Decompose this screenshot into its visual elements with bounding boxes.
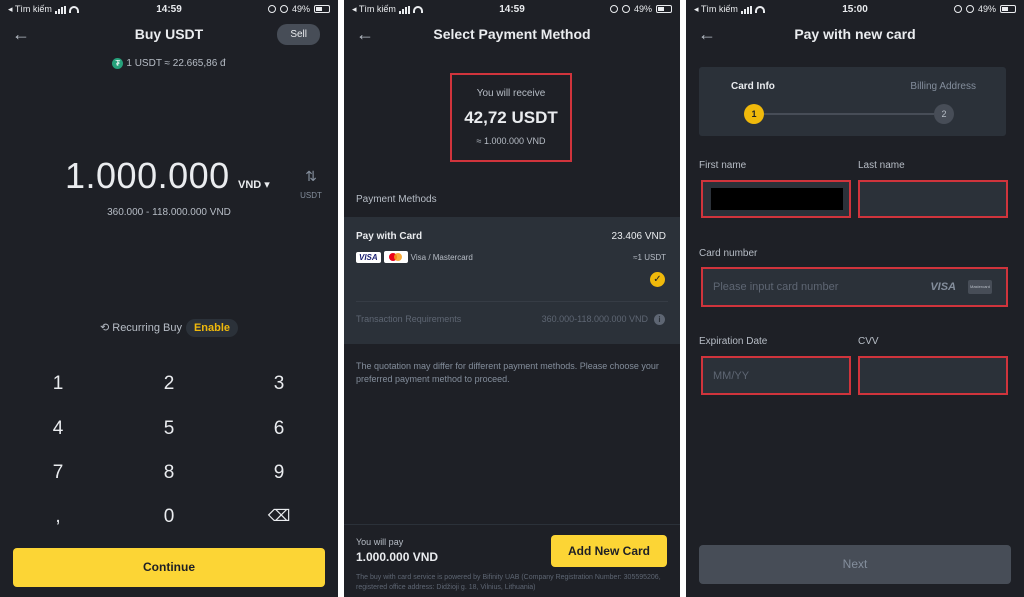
- amount-display[interactable]: 1.000.000: [65, 155, 230, 197]
- battery-icon: [1000, 5, 1016, 13]
- last-name-field[interactable]: [858, 180, 1008, 218]
- swap-currency-button[interactable]: ⇅ USDT: [298, 168, 324, 203]
- card-number-placeholder: Please input card number: [713, 281, 839, 293]
- mastercard-logo-icon: Mastercard: [968, 280, 992, 294]
- exchange-rate: ₮ 1 USDT ≈ 22.665,86 đ: [0, 58, 338, 69]
- key-0[interactable]: 0: [139, 506, 199, 528]
- rate-text: 1 USDT ≈ 22.665,86 đ: [126, 58, 226, 70]
- expiration-date-label: Expiration Date: [699, 336, 768, 347]
- alarm-icon: [621, 5, 630, 13]
- recurring-label: Recurring Buy: [112, 322, 182, 334]
- enable-recurring-button[interactable]: Enable: [185, 319, 239, 337]
- lock-rotation-icon: [609, 5, 618, 13]
- next-button[interactable]: Next: [699, 545, 1011, 584]
- battery-percent: 49%: [633, 4, 652, 14]
- battery-percent: 49%: [291, 4, 310, 14]
- page-title: Pay with new card: [794, 26, 916, 42]
- sell-button[interactable]: Sell: [277, 24, 320, 45]
- select-payment-screen: ◂ Tìm kiếm 14:59 49% ← Select Payment Me…: [344, 0, 680, 597]
- lock-rotation-icon: [953, 5, 962, 13]
- pay-label: You will pay: [356, 537, 404, 547]
- header: ← Buy USDT Sell: [0, 22, 338, 48]
- tether-icon: ₮: [112, 58, 124, 69]
- mastercard-logo-icon: [383, 251, 408, 263]
- key-8[interactable]: 8: [139, 462, 199, 484]
- amount-range: 360.000 - 118.000.000 VND: [107, 207, 231, 218]
- expiration-date-field[interactable]: MM/YY: [701, 356, 851, 395]
- buy-usdt-screen: ◂ Tìm kiếm 14:59 49% ← Buy USDT Sell ₮ 1 …: [0, 0, 338, 597]
- redacted-value: [711, 188, 843, 210]
- status-bar: ◂ Tìm kiếm 14:59 49%: [0, 0, 338, 20]
- cvv-label: CVV: [858, 336, 879, 347]
- key-9[interactable]: 9: [249, 462, 309, 484]
- card-brands: VISA Visa / Mastercard: [356, 251, 473, 263]
- quotation-note: The quotation may differ for different p…: [356, 361, 659, 384]
- key-6[interactable]: 6: [249, 418, 309, 440]
- receive-summary: You will receive 42,72 USDT ≈ 1.000.000 …: [450, 73, 572, 162]
- key-1[interactable]: 1: [28, 373, 88, 395]
- last-name-label: Last name: [858, 160, 905, 171]
- key-3[interactable]: 3: [249, 373, 309, 395]
- add-new-card-button[interactable]: Add New Card: [551, 535, 667, 567]
- pay-footer: You will pay 1.000.000 VND Add New Card …: [344, 524, 680, 597]
- brands-text: Visa / Mastercard: [410, 252, 473, 262]
- payment-method-card[interactable]: Pay with Card 23.406 VND VISA Visa / Mas…: [344, 217, 680, 344]
- method-price: 23.406 VND: [611, 231, 666, 242]
- key-comma[interactable]: ,: [28, 506, 88, 528]
- swap-arrows-icon: ⇅: [305, 168, 317, 184]
- continue-button[interactable]: Continue: [13, 548, 325, 587]
- payment-methods-heading: Payment Methods: [356, 194, 437, 205]
- pay-value: 1.000.000 VND: [356, 550, 439, 564]
- receive-value: 42,72 USDT: [464, 108, 558, 127]
- key-4[interactable]: 4: [28, 418, 88, 440]
- receive-label: You will receive: [476, 88, 546, 99]
- info-icon[interactable]: i: [654, 314, 665, 325]
- step-1-indicator: 1: [744, 104, 764, 124]
- backspace-icon[interactable]: ⌫: [249, 506, 309, 526]
- stepper: Card Info Billing Address 1 2: [699, 67, 1006, 136]
- visa-logo-icon: VISA: [356, 251, 381, 263]
- status-bar: ◂ Tìm kiếm 14:59 49%: [344, 0, 680, 20]
- key-5[interactable]: 5: [139, 418, 199, 440]
- cvv-field[interactable]: [858, 356, 1008, 395]
- visa-logo-icon: VISA: [930, 281, 956, 293]
- currency-selector[interactable]: VND ▾: [238, 178, 270, 191]
- page-title: Select Payment Method: [433, 26, 591, 42]
- selected-check-icon: ✓: [650, 272, 665, 287]
- first-name-label: First name: [699, 160, 747, 171]
- battery-icon: [656, 5, 672, 13]
- first-name-field[interactable]: [701, 180, 851, 218]
- expiry-placeholder: MM/YY: [713, 369, 750, 382]
- header: ← Select Payment Method: [344, 22, 680, 48]
- new-card-screen: ◂ Tìm kiếm 15:00 49% ← Pay with new card…: [686, 0, 1024, 597]
- method-unit: ≈1 USDT: [633, 253, 666, 262]
- recurring-icon: ⟲: [99, 322, 113, 334]
- alarm-icon: [279, 5, 288, 13]
- battery-percent: 49%: [977, 4, 996, 14]
- card-number-label: Card number: [699, 248, 758, 259]
- battery-icon: [314, 5, 330, 13]
- transaction-requirements-label: Transaction Requirements: [356, 314, 462, 324]
- header: ← Pay with new card: [686, 22, 1024, 48]
- receive-equivalent: ≈ 1.000.000 VND: [476, 136, 546, 146]
- recurring-buy: ⟲ Recurring Buy Enable: [0, 319, 338, 337]
- key-2[interactable]: 2: [139, 373, 199, 395]
- step-progress-line: [764, 113, 934, 115]
- lock-rotation-icon: [267, 5, 276, 13]
- step-card-info-label: Card Info: [731, 81, 775, 92]
- status-bar: ◂ Tìm kiếm 15:00 49%: [686, 0, 1024, 20]
- alarm-icon: [965, 5, 974, 13]
- method-name: Pay with Card: [356, 231, 423, 242]
- transaction-range: 360.000-118.000.000 VND: [541, 314, 648, 324]
- key-7[interactable]: 7: [28, 462, 88, 484]
- card-number-field[interactable]: Please input card number VISA Mastercard: [701, 267, 1008, 307]
- legal-disclaimer: The buy with card service is powered by …: [356, 574, 661, 591]
- swap-label: USDT: [300, 191, 322, 200]
- step-billing-address-label: Billing Address: [910, 81, 976, 92]
- divider: [356, 301, 668, 302]
- step-2-indicator: 2: [934, 104, 954, 124]
